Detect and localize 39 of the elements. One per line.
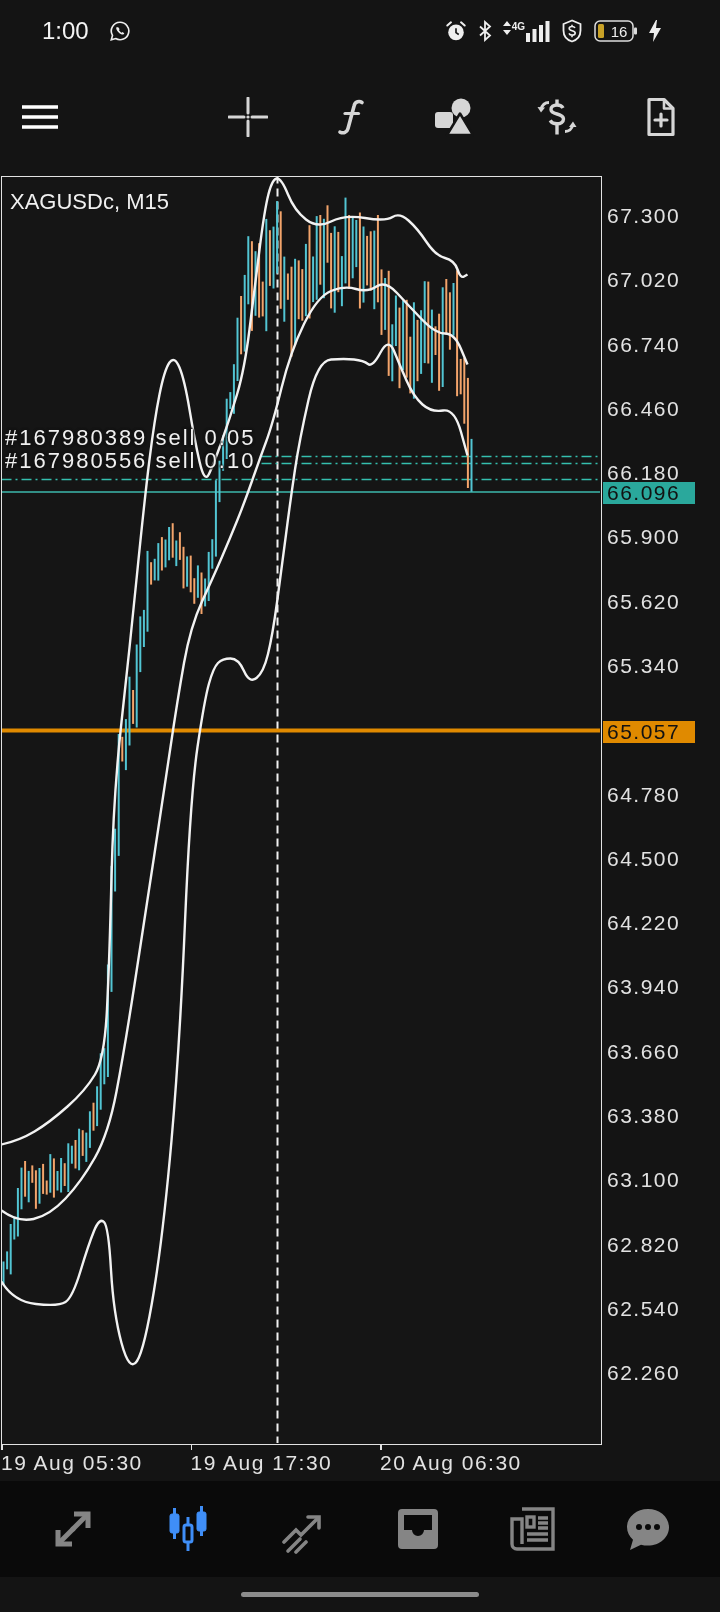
price-axis-label: 67.300 bbox=[607, 207, 681, 225]
network-type: 4G bbox=[511, 20, 525, 32]
time-axis-label: 20 Aug 06:30 bbox=[380, 1451, 522, 1475]
time-axis-label: 19 Aug 05:30 bbox=[1, 1451, 143, 1475]
price-axis-label: 65.900 bbox=[607, 528, 681, 547]
shield-dollar-icon bbox=[561, 19, 583, 43]
status-time: 1:00 bbox=[42, 17, 89, 45]
price-axis-label: 66.740 bbox=[607, 335, 681, 354]
price-axis-label: 62.260 bbox=[607, 1364, 681, 1383]
price-axis-label: 66.180 bbox=[607, 464, 681, 483]
data-arrows-icon bbox=[502, 20, 511, 35]
charging-bolt-icon bbox=[649, 20, 661, 42]
newspaper-icon bbox=[507, 1504, 558, 1554]
price-axis-label: 65.340 bbox=[607, 657, 681, 675]
phone-bubble-icon bbox=[108, 20, 131, 42]
price-axis-label: 62.820 bbox=[607, 1235, 681, 1254]
price-axis-label: 63.940 bbox=[607, 978, 681, 997]
price-axis-label: 67.020 bbox=[607, 271, 681, 290]
price-axis-label: 64.500 bbox=[607, 849, 681, 868]
price-level-tag: 65.057 bbox=[603, 721, 695, 743]
price-axis-label: 63.380 bbox=[607, 1107, 681, 1126]
price-axis-label: 65.620 bbox=[607, 592, 681, 611]
crosshair-icon bbox=[227, 97, 268, 137]
price-axis-label: 66.460 bbox=[607, 399, 681, 418]
alarm-clock-icon bbox=[444, 20, 467, 42]
battery-indicator: 16 bbox=[594, 20, 638, 42]
price-axis-label: 64.780 bbox=[607, 785, 681, 804]
signal-bars-icon bbox=[526, 20, 550, 42]
menu-icon bbox=[22, 105, 58, 129]
price-axis-label: 64.220 bbox=[607, 914, 681, 933]
shapes-icon bbox=[433, 97, 474, 137]
bid-price-tag: 66.096 bbox=[603, 482, 695, 505]
dollar-arrows-icon bbox=[536, 97, 577, 137]
price-axis-label: 62.540 bbox=[607, 1299, 681, 1318]
price-axis-label: 63.100 bbox=[607, 1171, 681, 1190]
chart-symbol-title: XAGUSDc, M15 bbox=[10, 189, 169, 215]
price-axis-label: 63.660 bbox=[607, 1042, 681, 1061]
time-axis-label: 19 Aug 17:30 bbox=[190, 1451, 333, 1475]
bluetooth-icon bbox=[477, 20, 492, 42]
